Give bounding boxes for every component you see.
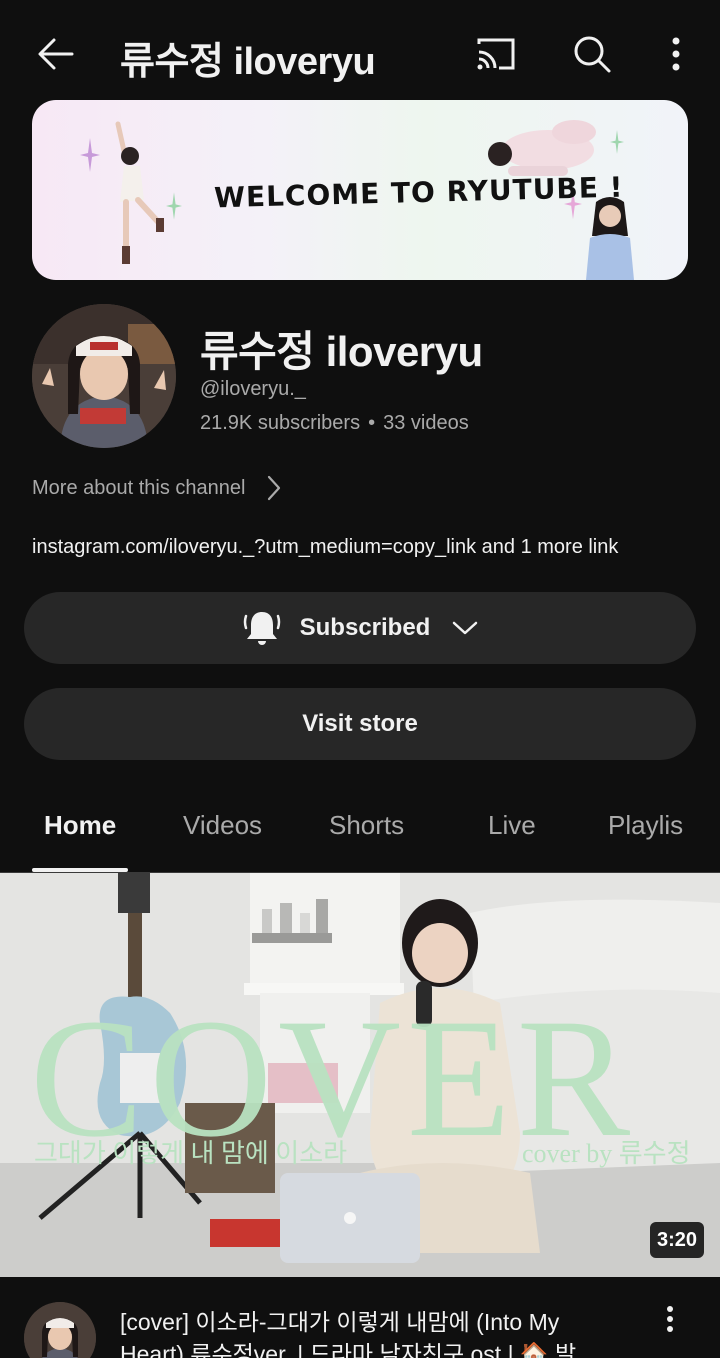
cast-icon (477, 38, 515, 70)
tab-live[interactable]: Live (488, 810, 536, 841)
tab-playlists[interactable]: Playlis (608, 810, 683, 841)
subscribed-button[interactable]: Subscribed (24, 592, 696, 664)
person-figure-right (586, 197, 634, 280)
top-app-bar: 류수정 iloveryu (0, 0, 720, 104)
visit-store-label: Visit store (302, 710, 418, 737)
video-more-button[interactable] (656, 1304, 684, 1334)
more-about-channel-link[interactable]: More about this channel (32, 474, 281, 502)
more-vert-icon (667, 1306, 673, 1332)
song-overlay-text: 그대가 이렇게 내 맘에 이소라 (34, 1139, 348, 1168)
search-icon (574, 36, 611, 73)
channel-banner: WELCOME TO RYUTUBE ! (32, 100, 688, 280)
video-title[interactable]: [cover] 이소라-그대가 이렇게 내맘에 (Into My Heart) … (120, 1306, 620, 1358)
channel-stats: 21.9K subscribers • 33 videos (200, 412, 469, 435)
back-button[interactable] (30, 28, 82, 80)
channel-handle: @iloveryu._ (200, 378, 306, 400)
person-figure-left (115, 121, 164, 264)
avatar-image (24, 1302, 96, 1358)
cast-button[interactable] (470, 30, 522, 78)
video-count: 33 videos (383, 412, 469, 434)
arrow-left-icon (38, 38, 74, 70)
more-about-label: More about this channel (32, 476, 246, 499)
banner-text: WELCOME TO RYUTUBE ! (213, 170, 624, 215)
sparkle-icon (80, 138, 100, 172)
avatar-image (32, 304, 176, 448)
channel-links[interactable]: instagram.com/iloveryu._?utm_medium=copy… (32, 536, 618, 559)
more-options-button[interactable] (656, 28, 696, 80)
chevron-right-icon (267, 475, 281, 501)
bell-icon (242, 608, 282, 648)
artist-overlay-text: cover by 류수정 (522, 1139, 691, 1168)
channel-tabs: Home Videos Shorts Live Playlis (0, 792, 720, 872)
tab-home[interactable]: Home (44, 810, 116, 841)
video-channel-avatar[interactable] (24, 1302, 96, 1358)
featured-video-thumbnail[interactable]: COVER 그대가 이렇게 내 맘에 이소라 cover by 류수정 (0, 873, 720, 1277)
tab-shorts[interactable]: Shorts (329, 810, 404, 841)
channel-page: 류수정 iloveryu WELCOME TO RYUTUBE ! 류수정 il… (0, 0, 720, 1358)
channel-avatar[interactable] (32, 304, 176, 448)
tab-videos[interactable]: Videos (183, 810, 262, 841)
chevron-down-icon (452, 620, 478, 636)
video-duration-badge: 3:20 (650, 1222, 705, 1258)
visit-store-button[interactable]: Visit store (24, 688, 696, 760)
subscribed-label: Subscribed (299, 614, 431, 641)
subscriber-count: 21.9K subscribers (200, 412, 361, 434)
search-button[interactable] (566, 28, 618, 80)
more-vert-icon (672, 37, 680, 71)
separator-dot: • (368, 412, 376, 434)
sparkle-icon (610, 130, 624, 154)
app-bar-title: 류수정 iloveryu (120, 41, 376, 83)
channel-name: 류수정 iloveryu (200, 328, 483, 375)
